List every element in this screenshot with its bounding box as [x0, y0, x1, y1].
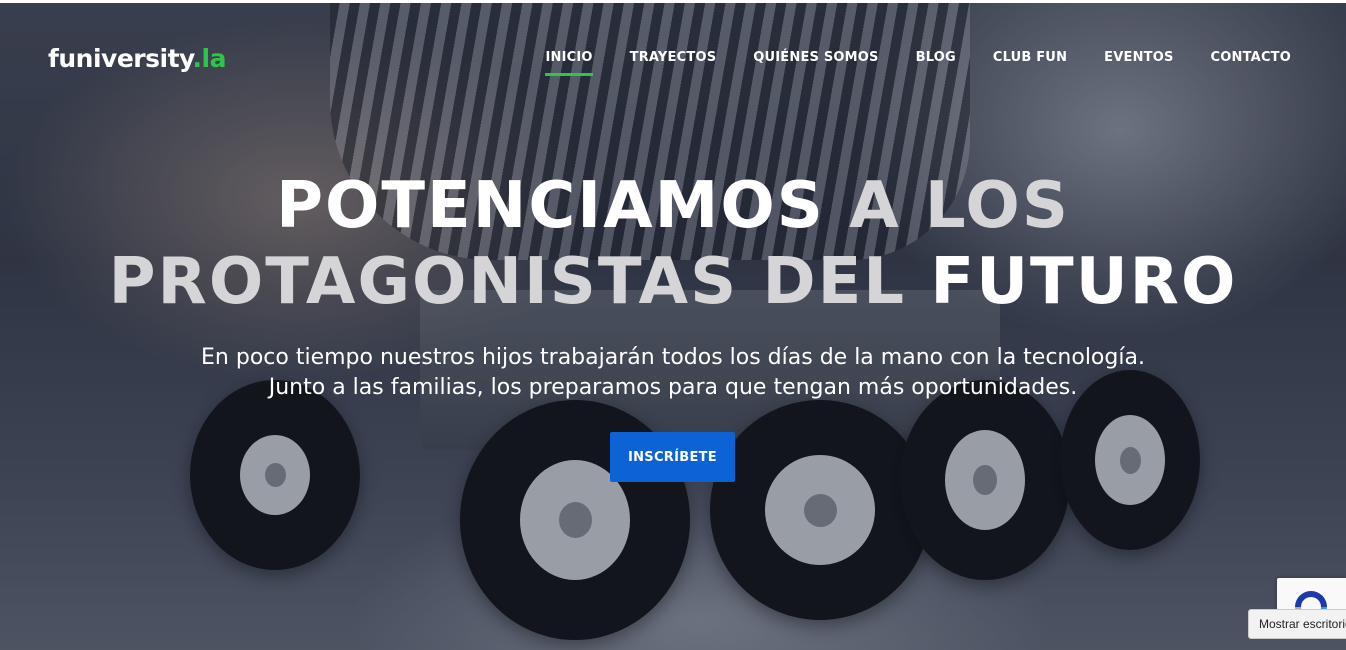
- nav-item-club-fun: CLUB FUN: [993, 50, 1067, 76]
- nav-item-quienes-somos: QUIÉNES SOMOS: [753, 50, 878, 76]
- headline-gray-2: PROTAGONISTAS DEL: [108, 245, 907, 319]
- nav-link-blog[interactable]: BLOG: [916, 50, 956, 73]
- headline-white-1: POTENCIAMOS: [276, 169, 825, 243]
- nav-item-trayectos: TRAYECTOS: [630, 50, 717, 76]
- nav-link-inicio[interactable]: INICIO: [545, 50, 593, 76]
- site-logo[interactable]: funiversity.la: [48, 44, 226, 73]
- nav-link-contacto[interactable]: CONTACTO: [1211, 50, 1291, 73]
- subtitle-line-1: En poco tiempo nuestros hijos trabajarán…: [201, 345, 1145, 370]
- desktop-tooltip: Mostrar escritorio: [1248, 609, 1346, 639]
- nav-link-trayectos[interactable]: TRAYECTOS: [630, 50, 717, 73]
- nav-link-quienes-somos[interactable]: QUIÉNES SOMOS: [753, 50, 878, 73]
- headline-gray-1: A LOS: [849, 169, 1070, 243]
- inscribete-button[interactable]: INSCRÍBETE: [610, 432, 735, 482]
- hero-section: funiversity.la INICIO TRAYECTOS QUIÉNES …: [0, 0, 1346, 650]
- hero-headline: POTENCIAMOS A LOS PROTAGONISTAS DEL FUTU…: [0, 168, 1346, 320]
- nav-item-contacto: CONTACTO: [1211, 50, 1291, 76]
- nav-item-blog: BLOG: [916, 50, 956, 76]
- nav-link-club-fun[interactable]: CLUB FUN: [993, 50, 1067, 73]
- nav-link-eventos[interactable]: EVENTOS: [1104, 50, 1173, 73]
- logo-text: funiversity: [48, 44, 193, 73]
- hero-dark-overlay: [0, 0, 1346, 650]
- subtitle-line-2: Junto a las familias, los preparamos par…: [268, 375, 1078, 400]
- hero-subtitle: En poco tiempo nuestros hijos trabajarán…: [0, 343, 1346, 403]
- logo-accent: .la: [192, 44, 227, 73]
- top-edge: [0, 0, 1346, 3]
- nav-item-inicio: INICIO: [545, 50, 593, 76]
- headline-white-2: FUTURO: [930, 245, 1238, 319]
- nav-item-eventos: EVENTOS: [1104, 50, 1173, 76]
- main-nav: INICIO TRAYECTOS QUIÉNES SOMOS BLOG CLUB…: [545, 50, 1291, 76]
